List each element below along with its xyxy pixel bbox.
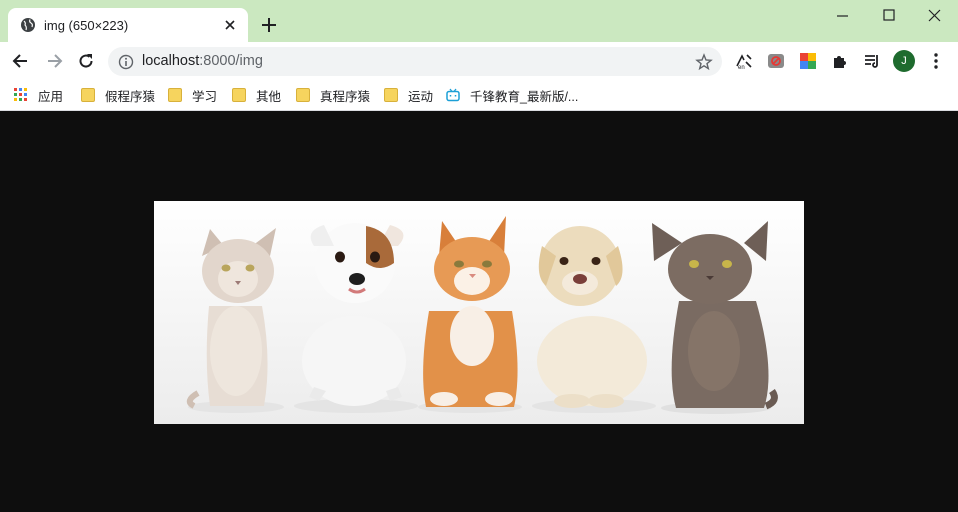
bookmark-folder[interactable]: 学习: [168, 85, 217, 105]
bookmark-label: 其他: [256, 89, 282, 104]
reading-list-icon[interactable]: [863, 52, 881, 70]
bookmark-folder[interactable]: 假程序猿: [81, 85, 155, 105]
bookmark-label: 应用: [38, 89, 64, 104]
folder-icon: [232, 88, 246, 102]
url-text: localhost:8000/img: [142, 53, 263, 69]
bookmark-label: 真程序猿: [320, 89, 371, 104]
folder-icon: [384, 88, 398, 102]
bookmark-folder[interactable]: 真程序猿: [296, 85, 370, 105]
extension-disabled-icon[interactable]: [767, 52, 785, 70]
globe-icon: [21, 18, 35, 32]
folder-icon: [168, 88, 182, 102]
bilibili-icon: [446, 88, 460, 102]
bookmark-label: 千锋教育_最新版/...: [470, 89, 579, 104]
toolbar: localhost:8000/img en J: [0, 42, 958, 80]
avatar[interactable]: J: [893, 50, 915, 72]
extension-colorful-icon[interactable]: [799, 52, 817, 70]
address-bar[interactable]: localhost:8000/img: [108, 47, 722, 76]
close-icon[interactable]: [222, 17, 238, 33]
bookmark-star-icon[interactable]: [695, 53, 713, 71]
folder-icon: [296, 88, 310, 102]
bookmarks-bar: 应用 假程序猿 学习 其他 真程序猿 运动 千锋教育_最新版/...: [0, 80, 958, 111]
pets-photo: [154, 201, 804, 424]
url-host: localhost: [142, 53, 200, 69]
svg-text:en: en: [738, 65, 745, 70]
page-content: [0, 111, 958, 512]
maximize-icon[interactable]: [879, 6, 899, 26]
tab-strip: img (650×223): [0, 0, 958, 42]
tab-img[interactable]: img (650×223): [8, 8, 248, 42]
info-icon[interactable]: [118, 54, 134, 70]
bookmark-label: 假程序猿: [105, 89, 156, 104]
extension-translate-icon[interactable]: en: [735, 52, 753, 70]
url-path: :8000/img: [199, 53, 263, 69]
bookmark-label: 运动: [408, 89, 434, 104]
folder-icon: [81, 88, 95, 102]
window-close-icon[interactable]: [925, 6, 945, 26]
bookmark-folder[interactable]: 运动: [384, 85, 433, 105]
tab-title: img (650×223): [44, 18, 129, 33]
minimize-icon[interactable]: [833, 6, 853, 26]
bookmark-apps[interactable]: 应用: [14, 85, 63, 105]
apps-grid-icon: [14, 88, 27, 101]
back-arrow-icon[interactable]: [11, 51, 31, 71]
bookmark-bilibili[interactable]: 千锋教育_最新版/...: [446, 85, 578, 105]
forward-arrow-icon[interactable]: [44, 51, 64, 71]
more-menu-icon[interactable]: [928, 52, 944, 70]
bookmark-label: 学习: [192, 89, 218, 104]
bookmark-folder[interactable]: 其他: [232, 85, 281, 105]
pets-photo-art: [154, 201, 804, 424]
extensions-puzzle-icon[interactable]: [831, 52, 849, 70]
reload-icon[interactable]: [76, 51, 96, 71]
new-tab-icon[interactable]: [260, 16, 278, 34]
